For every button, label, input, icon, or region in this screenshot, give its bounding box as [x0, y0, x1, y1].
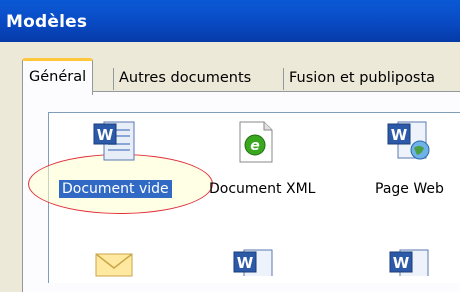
web-page-icon: W: [386, 118, 434, 162]
word-document-icon: W: [388, 246, 434, 276]
tab-general[interactable]: Général: [22, 58, 94, 95]
template-item-blank-document[interactable]: W: [92, 120, 140, 162]
word-document-icon: W: [232, 246, 278, 276]
svg-text:W: W: [393, 254, 410, 272]
svg-text:W: W: [97, 126, 114, 144]
template-label-blank-document[interactable]: Document vide: [59, 180, 172, 198]
svg-text:e: e: [250, 138, 260, 154]
template-label-web-page[interactable]: Page Web: [375, 181, 444, 197]
template-item-xml-document[interactable]: e: [236, 120, 276, 164]
template-item-word-document-3[interactable]: W: [388, 246, 434, 276]
title-bar[interactable]: Modèles: [0, 0, 460, 42]
window-title: Modèles: [6, 12, 88, 32]
word-document-icon: W: [92, 120, 140, 162]
svg-text:W: W: [391, 126, 408, 144]
svg-text:W: W: [237, 254, 254, 272]
template-item-web-page[interactable]: W: [386, 118, 434, 162]
template-label-xml-document[interactable]: Document XML: [209, 181, 315, 197]
tab-other-documents[interactable]: Autres documents: [113, 68, 251, 90]
xml-document-icon: e: [236, 120, 276, 164]
tab-mail-merge[interactable]: Fusion et publiposta: [283, 68, 435, 90]
template-item-word-document-2[interactable]: W: [232, 246, 278, 276]
